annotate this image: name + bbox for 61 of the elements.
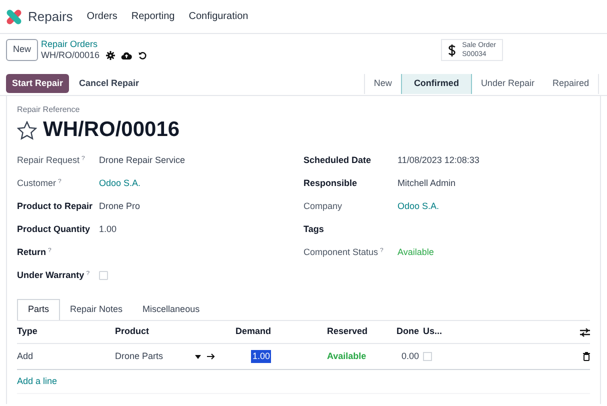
column-header[interactable]: Type [17, 325, 115, 339]
field-value: Drone Pro [99, 200, 140, 213]
field-value: Mitchell Admin [398, 176, 456, 190]
tab[interactable]: Repair Notes [60, 299, 133, 320]
menu-item[interactable]: Orders [86, 9, 118, 24]
product-field[interactable]: Drone Parts [115, 350, 195, 364]
field-label: Repair Reference [17, 104, 81, 116]
status-stage[interactable]: New [364, 74, 401, 94]
column-header[interactable]: Done [367, 325, 419, 339]
app-brand[interactable]: Repairs [6, 6, 73, 26]
app-name[interactable]: Repairs [28, 6, 73, 26]
field-value: 1.00 [99, 222, 117, 236]
status-value: Available [398, 246, 434, 259]
field-label: Company [304, 200, 344, 213]
record-name: WH/RO/00016 [41, 50, 100, 61]
menu-item[interactable]: Configuration [188, 9, 248, 24]
record-title: WH/RO/00016 [43, 117, 180, 143]
new-button[interactable]: New [6, 39, 38, 61]
field-label: Customer $^{?}$ [17, 176, 62, 190]
checkbox[interactable] [99, 271, 108, 280]
menu-item[interactable]: Reporting [131, 9, 175, 24]
dropdown-caret-icon[interactable] [195, 354, 201, 358]
column-header[interactable]: Reserved [271, 325, 367, 339]
field-label: Product to Repair [17, 200, 94, 213]
field-link[interactable]: Odoo S.A. [99, 176, 141, 190]
dollar-icon [448, 44, 456, 56]
field-value: Drone Repair Service [99, 154, 186, 167]
checkbox[interactable] [423, 352, 432, 361]
column-header[interactable]: Product [115, 325, 211, 339]
field-label: Under Warranty $^{?}$ [17, 268, 91, 282]
field-label: Component Status $^{?}$ [304, 246, 384, 259]
settings-icon[interactable] [106, 51, 115, 60]
trash-icon[interactable] [583, 352, 590, 361]
field-label: Repair Request $^{?}$ [17, 154, 86, 167]
field-label: Scheduled Date [304, 154, 372, 167]
primary-button[interactable]: Start Repair [6, 74, 70, 93]
field-label: Product Quantity [17, 222, 92, 236]
column-settings-icon[interactable] [580, 328, 590, 336]
table-cell-text: Add [17, 350, 34, 363]
cloud-upload-icon[interactable] [120, 51, 132, 60]
demand-field[interactable]: 1.00 [251, 350, 271, 364]
tab[interactable]: Miscellaneous [132, 299, 210, 320]
column-header[interactable]: Demand [211, 325, 271, 339]
star-icon[interactable] [17, 120, 37, 140]
tab[interactable]: Parts [17, 299, 60, 320]
arrow-right-icon[interactable] [207, 353, 215, 360]
breadcrumb-link[interactable]: Repair Orders [41, 39, 147, 50]
column-header[interactable]: Us... [419, 325, 459, 339]
status-stage[interactable]: Under Repair [472, 74, 544, 94]
status-stage[interactable]: Confirmed [400, 74, 472, 94]
field-label: Return $^{?}$ [17, 246, 52, 259]
field-value: 11/08/2023 12:08:33 [398, 154, 480, 167]
add-line-link[interactable]: Add a line [17, 374, 58, 388]
status-stage[interactable]: Repaired [543, 74, 598, 94]
logo-icon [6, 8, 22, 24]
field-label: Tags [304, 222, 325, 236]
field-link[interactable]: Odoo S.A. [398, 200, 440, 214]
availability-status: Available [327, 350, 366, 363]
field-label: Responsible [304, 176, 358, 190]
table-cell-text: 0.00 [400, 350, 419, 363]
undo-icon[interactable] [138, 51, 147, 60]
